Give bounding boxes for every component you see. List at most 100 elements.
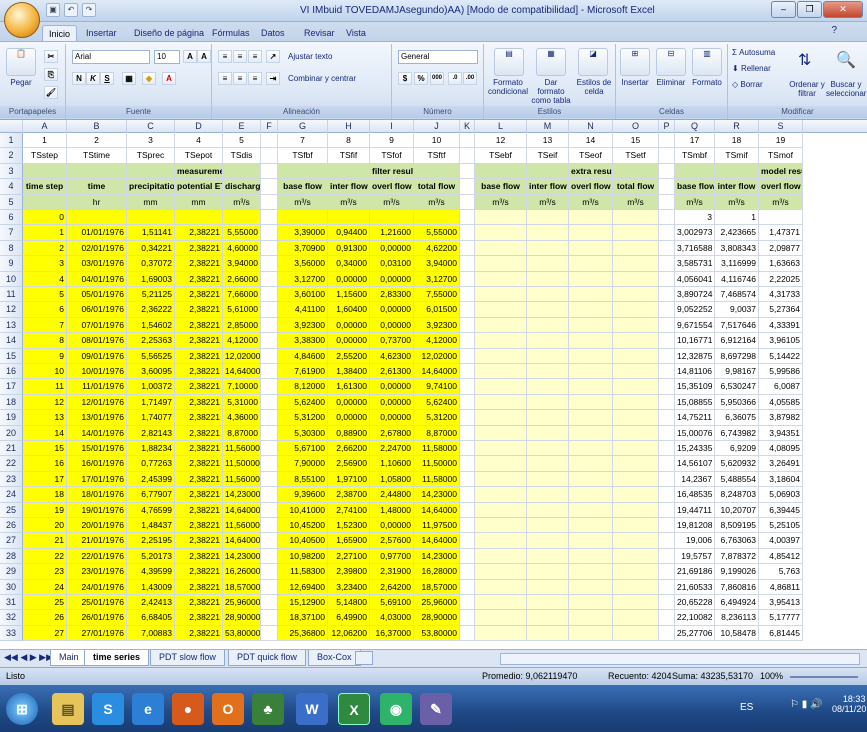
cell[interactable]: 0,00000 <box>370 240 414 257</box>
cell[interactable]: 14,64000 <box>223 364 261 380</box>
cell[interactable]: 10,40500 <box>278 533 328 549</box>
cell[interactable] <box>659 610 675 626</box>
cell[interactable]: 12,06200 <box>328 625 370 642</box>
cell[interactable] <box>261 317 278 334</box>
tab-view[interactable]: Vista <box>340 25 372 42</box>
cell[interactable] <box>278 210 328 226</box>
ie-icon[interactable]: e <box>132 693 164 725</box>
cell[interactable]: 4,60000 <box>223 240 261 257</box>
cell[interactable]: 6,743982 <box>715 425 759 441</box>
format-table-icon[interactable]: ▦ <box>536 48 566 76</box>
cell[interactable]: 2,25363 <box>127 333 175 349</box>
cell[interactable]: 2,38221 <box>175 302 223 318</box>
cell[interactable]: 26 <box>23 610 67 626</box>
sheet-tab-box-cox[interactable]: Box-Cox <box>308 650 361 666</box>
cell[interactable] <box>569 333 613 349</box>
cell[interactable]: 14,23000 <box>414 487 460 503</box>
cell[interactable]: 11,58000 <box>414 471 460 488</box>
cell[interactable]: precipitation <box>127 179 175 195</box>
cell[interactable]: 8 <box>328 133 370 149</box>
cell[interactable] <box>460 502 475 518</box>
cell[interactable] <box>569 271 613 287</box>
cell[interactable]: 8,55100 <box>278 471 328 488</box>
cell[interactable] <box>460 595 475 611</box>
cell[interactable]: m³/s <box>370 194 414 210</box>
cell[interactable]: 2,38221 <box>175 225 223 241</box>
cell[interactable]: 12,69400 <box>278 579 328 595</box>
cell[interactable] <box>569 348 613 364</box>
row-header-26[interactable]: 26 <box>0 518 23 534</box>
cell[interactable] <box>659 302 675 318</box>
cell[interactable] <box>527 456 569 472</box>
cell[interactable]: 2,82143 <box>127 425 175 441</box>
cell[interactable]: 6,01500 <box>414 302 460 318</box>
cell[interactable]: 5,55000 <box>414 225 460 241</box>
cell[interactable] <box>569 287 613 303</box>
cell[interactable] <box>261 302 278 318</box>
cell[interactable]: 4,86811 <box>759 579 803 595</box>
cell[interactable] <box>613 487 659 503</box>
cell[interactable]: 5 <box>223 133 261 149</box>
cell[interactable] <box>715 163 759 180</box>
cell[interactable] <box>613 518 659 534</box>
minimize-button[interactable]: – <box>771 1 796 18</box>
merge-center-button[interactable]: Combinar y centrar <box>288 74 356 83</box>
cell[interactable]: 3,12700 <box>278 271 328 287</box>
cell[interactable]: 17/01/1976 <box>67 471 127 488</box>
cell[interactable]: 0,03100 <box>370 256 414 272</box>
cell[interactable] <box>328 210 370 226</box>
cell[interactable]: time step <box>23 179 67 195</box>
cell[interactable]: 14,64000 <box>414 502 460 518</box>
cell[interactable] <box>569 502 613 518</box>
tab-review[interactable]: Revisar <box>298 25 341 42</box>
cell[interactable]: 1,52300 <box>328 518 370 534</box>
paint-icon[interactable]: ✎ <box>420 693 452 725</box>
cell[interactable]: 2,38221 <box>175 564 223 580</box>
cell[interactable] <box>527 210 569 226</box>
cell[interactable]: 2,66000 <box>223 271 261 287</box>
cell[interactable] <box>460 533 475 549</box>
cell[interactable]: 5,620932 <box>715 456 759 472</box>
cell[interactable] <box>475 317 527 334</box>
cell[interactable] <box>527 379 569 395</box>
cell[interactable]: 0,34221 <box>127 240 175 257</box>
cell[interactable]: TSprec <box>127 148 175 164</box>
cell[interactable]: 14,64000 <box>223 502 261 518</box>
cell[interactable]: 7,517646 <box>715 317 759 334</box>
cell[interactable]: 2,74100 <box>328 502 370 518</box>
cell[interactable] <box>460 179 475 195</box>
cell[interactable]: 2,38221 <box>175 379 223 395</box>
cell[interactable] <box>261 518 278 534</box>
cell[interactable] <box>23 194 67 210</box>
cell[interactable] <box>460 425 475 441</box>
start-button[interactable]: ⊞ <box>6 693 38 725</box>
autosum-button[interactable]: Σ Autosuma <box>732 48 775 57</box>
cell[interactable]: 2,38221 <box>175 625 223 642</box>
cell[interactable]: 8,248703 <box>715 487 759 503</box>
delete-button[interactable]: Eliminar <box>652 78 690 87</box>
cell[interactable]: 4,36000 <box>223 410 261 426</box>
row-header-30[interactable]: 30 <box>0 579 23 595</box>
cell[interactable]: 18 <box>715 133 759 149</box>
cell[interactable]: 3,56000 <box>278 256 328 272</box>
format-cells-icon[interactable]: ▥ <box>692 48 722 76</box>
cell[interactable]: 3,60100 <box>278 287 328 303</box>
cell[interactable] <box>261 441 278 457</box>
cell[interactable]: 7,10000 <box>223 379 261 395</box>
cell[interactable]: 11,97500 <box>414 518 460 534</box>
cell[interactable] <box>659 533 675 549</box>
cell[interactable]: 3 <box>127 133 175 149</box>
cell[interactable] <box>475 256 527 272</box>
cell[interactable]: 0,00000 <box>370 379 414 395</box>
orientation-icon[interactable]: ↗ <box>266 50 280 63</box>
cell[interactable]: 0,00000 <box>328 410 370 426</box>
cell[interactable]: 5,21125 <box>127 287 175 303</box>
row-header-24[interactable]: 24 <box>0 487 23 503</box>
cell[interactable]: TSfbf <box>278 148 328 164</box>
office-button[interactable] <box>4 2 40 38</box>
row-header-8[interactable]: 8 <box>0 240 23 257</box>
cell[interactable]: 1,21600 <box>370 225 414 241</box>
cell[interactable] <box>261 487 278 503</box>
tab-home[interactable]: Inicio <box>42 25 78 42</box>
cell[interactable] <box>613 256 659 272</box>
